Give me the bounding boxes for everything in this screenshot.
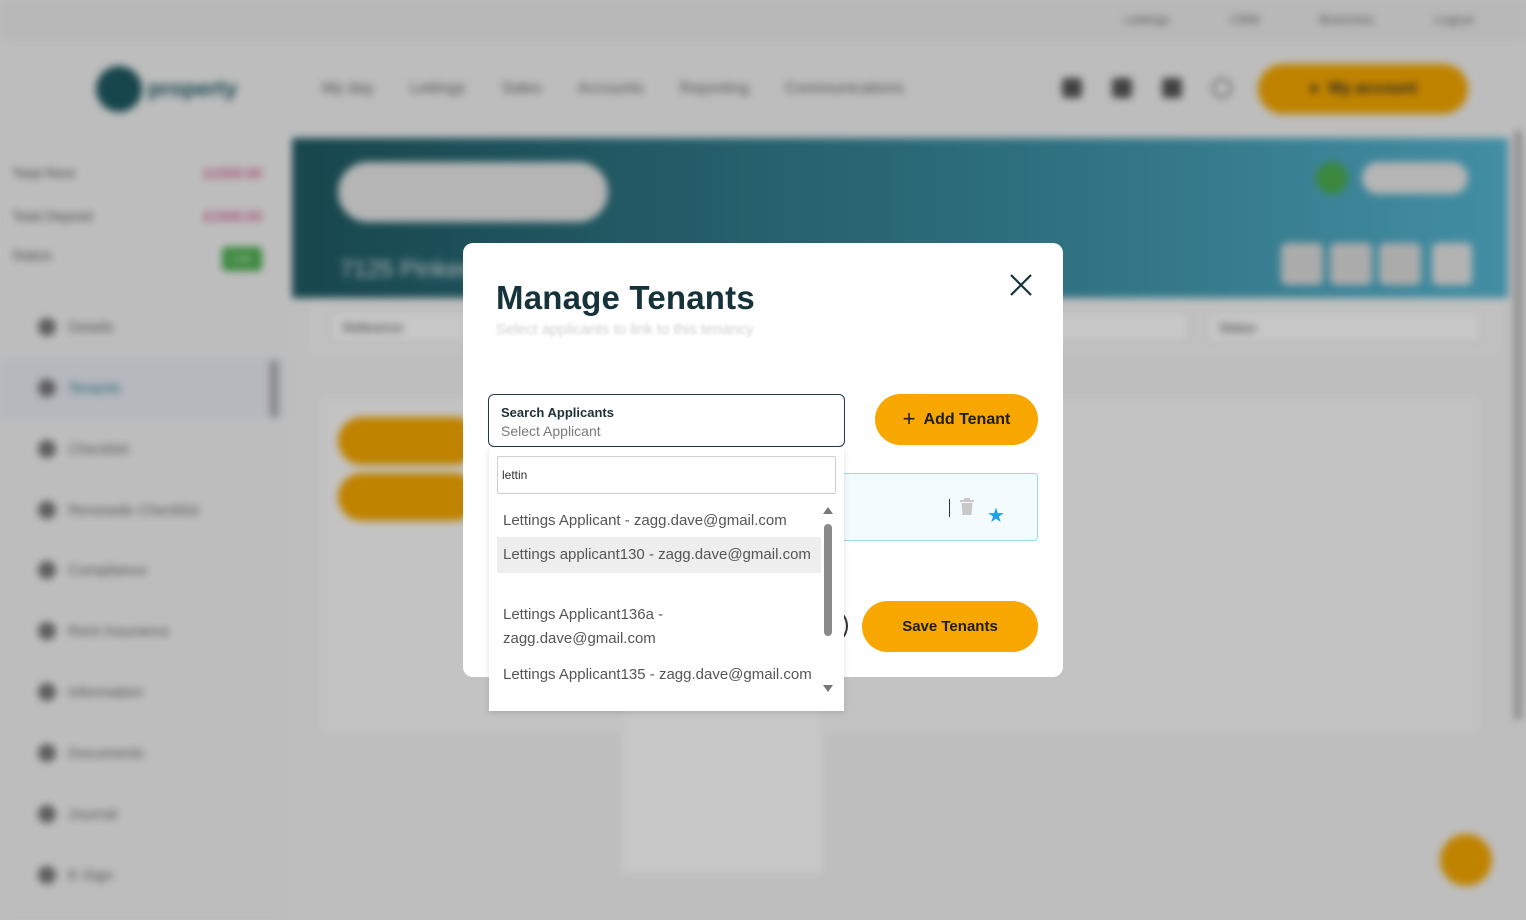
trash-icon bbox=[960, 498, 974, 515]
close-icon bbox=[1010, 274, 1032, 296]
plus-icon: + bbox=[902, 405, 916, 431]
text-caret bbox=[949, 499, 950, 517]
tenant-row bbox=[844, 473, 1038, 541]
dropdown-scrollbar[interactable] bbox=[824, 524, 832, 636]
option-label: Lettings Applicant136a - zagg.dave@gmail… bbox=[503, 606, 664, 647]
add-tenant-label: Add Tenant bbox=[923, 410, 1011, 428]
save-tenants-button[interactable]: Save Tenants bbox=[862, 601, 1038, 652]
applicant-option[interactable]: Lettings Applicant136a - zagg.dave@gmail… bbox=[497, 597, 821, 657]
applicant-option[interactable]: Lettings applicant130 - zagg.dave@gmail.… bbox=[497, 537, 821, 573]
close-button[interactable] bbox=[1005, 269, 1037, 301]
search-placeholder: Select Applicant bbox=[501, 423, 601, 439]
delete-button[interactable] bbox=[959, 498, 975, 516]
modal-title: Manage Tenants bbox=[496, 279, 755, 316]
applicant-search-input[interactable] bbox=[497, 456, 836, 494]
applicant-option[interactable]: Lettings Applicant - zagg.dave@gmail.com bbox=[497, 503, 821, 539]
save-tenants-label: Save Tenants bbox=[902, 618, 998, 635]
applicant-option[interactable]: Lettings Applicant135 - zagg.dave@gmail.… bbox=[497, 657, 821, 693]
modal-subtitle: Select applicants to link to this tenanc… bbox=[496, 321, 754, 338]
scroll-down-icon[interactable] bbox=[823, 685, 833, 692]
lead-tenant-star-icon[interactable]: ★ bbox=[987, 506, 1005, 526]
add-tenant-button[interactable]: + Add Tenant bbox=[875, 394, 1038, 445]
search-applicants-select[interactable]: Search Applicants Select Applicant bbox=[488, 394, 845, 447]
option-label: Lettings Applicant - zagg.dave@gmail.com bbox=[503, 512, 787, 529]
search-label: Search Applicants bbox=[501, 405, 614, 420]
applicant-dropdown: Lettings Applicant - zagg.dave@gmail.com… bbox=[489, 447, 844, 711]
option-label: Lettings applicant130 - zagg.dave@gmail.… bbox=[503, 546, 811, 563]
scroll-up-icon[interactable] bbox=[823, 507, 833, 514]
option-label: Lettings Applicant135 - zagg.dave@gmail.… bbox=[503, 666, 812, 683]
